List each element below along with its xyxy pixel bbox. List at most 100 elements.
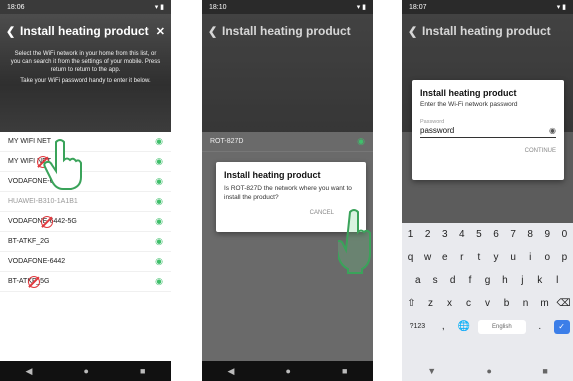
status-time: 18:10 (209, 3, 227, 11)
nav-back-icon[interactable]: ◀ (228, 366, 235, 377)
space-key[interactable]: English (477, 319, 526, 334)
key[interactable]: k (533, 275, 547, 286)
status-icons: ▾ ▮ (356, 4, 366, 11)
network-row[interactable]: VODAFONE-6442 ◉ (0, 252, 171, 272)
page-title: Install heating product (422, 24, 551, 38)
key[interactable]: p (557, 252, 571, 263)
key[interactable]: r (455, 252, 469, 263)
status-icons: ▾ ▮ (556, 4, 566, 11)
key[interactable]: 3 (438, 229, 452, 240)
key[interactable]: x (443, 298, 457, 309)
key[interactable]: 9 (540, 229, 554, 240)
keyboard-row-1: q w e r t y u i o p (402, 246, 573, 269)
key[interactable]: e (438, 252, 452, 263)
key[interactable]: m (538, 298, 552, 309)
nav-home-icon[interactable]: ● (487, 366, 492, 376)
network-row[interactable]: BT-ATKF_2G ◉ (0, 232, 171, 252)
tap-hand-icon (43, 139, 82, 190)
network-name: ROT-827D (210, 138, 244, 145)
key[interactable]: o (540, 252, 554, 263)
key[interactable]: d (446, 275, 460, 286)
status-icons: ▾ ▮ (154, 4, 164, 11)
key[interactable]: l (550, 275, 564, 286)
instructions-text: Select the WiFi network in your home fro… (10, 51, 161, 73)
nav-back-icon[interactable]: ◀ (26, 366, 33, 377)
key[interactable]: b (500, 298, 514, 309)
back-arrow-icon[interactable]: ❮ (6, 25, 20, 38)
network-row[interactable]: MY WIFI NET ◉ (0, 132, 171, 152)
page-title: Install heating product (20, 24, 149, 38)
keyboard-bottom-row: ?123 , 🌐 English . ✓ (402, 315, 573, 338)
wifi-icon: ◉ (155, 216, 163, 226)
wifi-icon: ◉ (357, 136, 365, 146)
nav-back-icon[interactable]: ▼ (427, 366, 436, 376)
nav-home-icon[interactable]: ● (84, 366, 89, 376)
network-row[interactable]: HUAWEI-B310-1A1B1 ◉ (0, 192, 171, 212)
network-row[interactable]: VODAFONE-6442-5G ◉ (0, 212, 171, 232)
network-row[interactable]: VODAFONE-6442 ◉ (0, 172, 171, 192)
key[interactable]: h (498, 275, 512, 286)
comma-key[interactable]: , (436, 321, 450, 332)
key[interactable]: 2 (421, 229, 435, 240)
wifi-icon: ◉ (155, 156, 163, 166)
backspace-icon[interactable]: ⌫ (557, 298, 571, 309)
key[interactable]: n (519, 298, 533, 309)
continue-button[interactable]: CONTINUE (420, 148, 556, 154)
nav-recents-icon[interactable]: ■ (542, 366, 547, 376)
key[interactable]: s (428, 275, 442, 286)
not-allowed-marker-icon (28, 276, 40, 288)
key[interactable]: j (515, 275, 529, 286)
globe-icon[interactable]: 🌐 (457, 321, 471, 332)
key[interactable]: a (411, 275, 425, 286)
password-field[interactable]: password ◉ (420, 125, 556, 138)
close-icon[interactable]: ✕ (153, 25, 165, 38)
android-navbar: ◀ ● ■ (0, 361, 171, 381)
enter-icon[interactable]: ✓ (553, 319, 570, 334)
back-arrow-icon[interactable]: ❮ (208, 25, 222, 38)
wifi-icon: ◉ (155, 136, 163, 146)
wifi-icon: ◉ (155, 256, 163, 266)
nav-home-icon[interactable]: ● (286, 366, 291, 376)
key[interactable]: 4 (455, 229, 469, 240)
network-row[interactable]: BT-ATKF_5G ◉ (0, 272, 171, 292)
key[interactable]: z (424, 298, 438, 309)
nav-recents-icon[interactable]: ■ (342, 366, 347, 376)
key[interactable]: 6 (489, 229, 503, 240)
key[interactable]: v (481, 298, 495, 309)
network-row[interactable]: ROT-827D ◉ (202, 132, 373, 152)
dialog-message: Enter the Wi-Fi network password (420, 101, 518, 108)
back-arrow-icon[interactable]: ❮ (408, 25, 422, 38)
password-tip-text: Take your WiFi password handy to enter i… (20, 78, 151, 84)
status-bar: 18:06 ▾ ▮ (0, 0, 171, 14)
key[interactable]: w (421, 252, 435, 263)
shift-icon[interactable]: ⇧ (405, 298, 419, 309)
wifi-icon: ◉ (155, 236, 163, 246)
key[interactable]: 7 (506, 229, 520, 240)
symbols-key[interactable]: ?123 (405, 323, 429, 330)
key[interactable]: 1 (404, 229, 418, 240)
nav-recents-icon[interactable]: ■ (140, 366, 145, 376)
password-input[interactable]: password (420, 126, 454, 135)
key[interactable]: c (462, 298, 476, 309)
key[interactable]: u (506, 252, 520, 263)
period-key[interactable]: . (533, 321, 547, 332)
key[interactable]: t (472, 252, 486, 263)
key[interactable]: f (463, 275, 477, 286)
key[interactable]: i (523, 252, 537, 263)
header-banner: ❮ Install heating product ✕ Select the W… (0, 14, 171, 132)
key[interactable]: g (480, 275, 494, 286)
page-title: Install heating product (222, 24, 351, 38)
key[interactable]: 8 (523, 229, 537, 240)
network-row[interactable]: MY WIFI NET ◉ (0, 152, 171, 172)
password-dialog: Install heating product Enter the Wi-Fi … (412, 80, 564, 180)
eye-icon[interactable]: ◉ (549, 126, 556, 135)
key[interactable]: y (489, 252, 503, 263)
status-time: 18:07 (409, 3, 427, 11)
network-name: BT-ATKF_2G (8, 238, 50, 245)
network-name: HUAWEI-B310-1A1B1 (8, 198, 78, 205)
keyboard-row-3: ⇧ z x c v b n m ⌫ (402, 292, 573, 315)
key[interactable]: q (404, 252, 418, 263)
wifi-icon: ◉ (155, 196, 163, 206)
key[interactable]: 5 (472, 229, 486, 240)
key[interactable]: 0 (557, 229, 571, 240)
